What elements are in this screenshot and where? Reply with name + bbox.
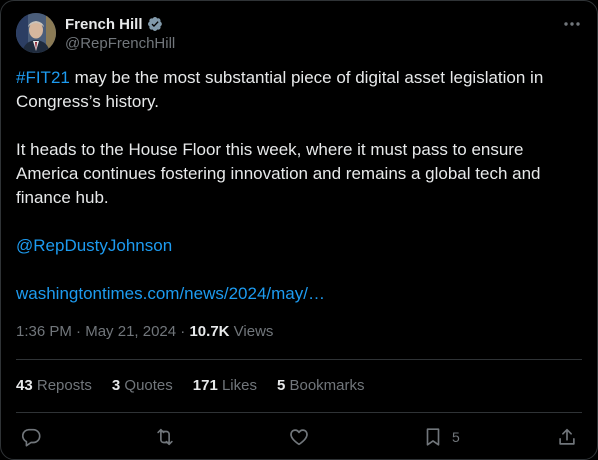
likes-count: 171 (192, 377, 218, 394)
like-icon (290, 429, 308, 446)
tweet-text: #FIT21 may be the most substantial piece… (16, 66, 576, 306)
tweet-line-1-text: may be the most substantial piece of dig… (16, 68, 544, 111)
divider (16, 359, 582, 360)
quotes-count: 3 (111, 377, 121, 394)
reposts-label: Reposts (32, 377, 92, 394)
tweet-time[interactable]: 1:36 PM (16, 323, 72, 340)
meta-separator: · (71, 323, 86, 340)
bookmarks-label: Bookmarks (285, 377, 365, 394)
reposts-count: 43 (16, 377, 33, 394)
more-options-icon[interactable] (562, 14, 582, 34)
views-label: Views (229, 323, 274, 340)
repost-icon (157, 428, 173, 446)
bookmark-icon (426, 428, 440, 446)
likes-label: Likes (217, 377, 257, 394)
meta-separator: · (176, 323, 190, 340)
name-row: French Hill (65, 14, 175, 34)
reply-button[interactable] (20, 425, 42, 449)
avatar[interactable] (16, 13, 56, 53)
tweet-actions: 5 (16, 425, 582, 449)
tweet-header: French Hill @RepFrenchHill (16, 13, 582, 55)
verified-badge-icon (147, 16, 163, 32)
bookmark-button[interactable]: 5 (422, 425, 460, 449)
tweet-stats: 43 Reposts 3 Quotes 171 Likes 5 Bookmark… (16, 377, 385, 394)
tweet-date[interactable]: May 21, 2024 (85, 323, 176, 340)
mention-link[interactable]: @RepDustyJohnson (16, 236, 172, 255)
tweet-paragraph-1: #FIT21 may be the most substantial piece… (16, 66, 576, 114)
like-button[interactable] (288, 425, 310, 449)
article-link[interactable]: washingtontimes.com/news/2024/may/… (16, 284, 325, 303)
tweet-meta: 1:36 PM · May 21, 2024 · 10.7K Views (16, 323, 273, 340)
tweet-card: French Hill @RepFrenchHill #FIT21 may be… (0, 0, 598, 460)
views-count: 10.7K (189, 323, 230, 340)
share-icon (559, 428, 575, 445)
quotes-label: Quotes (120, 377, 173, 394)
repost-button[interactable] (154, 425, 176, 449)
reposts-stat[interactable]: 43 Reposts (16, 377, 92, 394)
likes-stat[interactable]: 171 Likes (193, 377, 257, 394)
hashtag-link[interactable]: #FIT21 (16, 68, 70, 87)
bookmarks-stat[interactable]: 5 Bookmarks (277, 377, 365, 394)
display-name[interactable]: French Hill (65, 16, 143, 33)
avatar-photo (16, 13, 56, 53)
author-names: French Hill @RepFrenchHill (65, 14, 175, 53)
divider (16, 412, 582, 413)
share-button[interactable] (556, 425, 578, 449)
tweet-paragraph-2: It heads to the House Floor this week, w… (16, 140, 541, 207)
bookmark-count: 5 (452, 429, 460, 445)
author-handle[interactable]: @RepFrenchHill (65, 35, 175, 52)
reply-icon (21, 428, 41, 447)
quotes-stat[interactable]: 3 Quotes (112, 377, 173, 394)
